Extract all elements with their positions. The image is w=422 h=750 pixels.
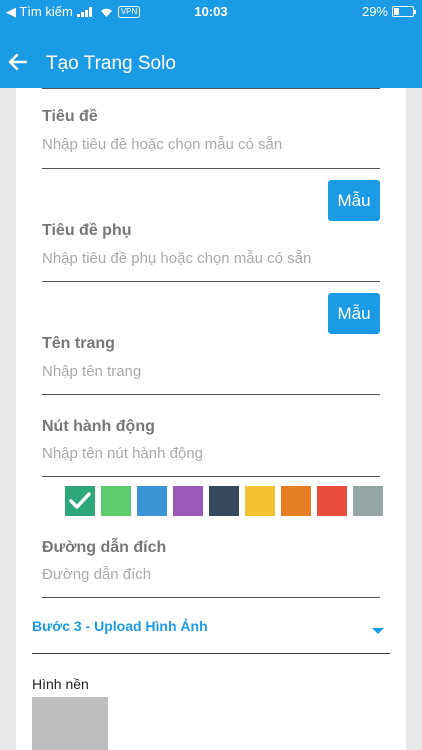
color-swatch[interactable]: [173, 486, 203, 516]
color-swatch[interactable]: [209, 486, 239, 516]
step3-divider: [32, 653, 390, 654]
color-swatch[interactable]: [65, 486, 95, 516]
title-input-underline: [42, 168, 380, 169]
destination-input-underline: [42, 597, 380, 598]
form-card: Tiêu đề Nhập tiêu đề hoặc chọn mẫu có sẵ…: [16, 88, 406, 750]
top-bar: ◀ Tìm kiếm VPN 10:03 29% Tạo Trang Solo: [0, 0, 422, 88]
page-title: Tạo Trang Solo: [46, 53, 176, 74]
page-name-input[interactable]: Nhập tên trang: [42, 363, 141, 380]
color-swatch[interactable]: [101, 486, 131, 516]
divider: [42, 88, 380, 89]
subtitle-input[interactable]: Nhập tiêu đề phụ hoặc chọn mẫu có sẵn: [42, 250, 311, 267]
battery-percent: 29%: [361, 4, 388, 19]
title-label: Tiêu đề: [42, 108, 98, 125]
page-name-label: Tên trang: [42, 335, 115, 352]
battery-icon: [392, 6, 416, 17]
title-input[interactable]: Nhập tiêu đề hoặc chọn mẫu có sẵn: [42, 136, 282, 153]
back-arrow-icon[interactable]: [6, 50, 30, 74]
app-bar: Tạo Trang Solo: [0, 40, 422, 88]
subtitle-input-underline: [42, 281, 380, 282]
subtitle-label: Tiêu đề phụ: [42, 222, 132, 239]
action-button-input[interactable]: Nhập tên nút hành động: [42, 445, 203, 462]
chevron-down-icon[interactable]: [372, 628, 384, 634]
destination-input[interactable]: Đường dẫn đích: [42, 566, 151, 583]
color-swatch[interactable]: [353, 486, 383, 516]
status-time: 10:03: [194, 4, 228, 19]
color-swatch[interactable]: [317, 486, 347, 516]
subtitle-template-button[interactable]: Mẫu: [328, 293, 380, 334]
action-button-input-underline: [42, 476, 380, 477]
status-bar: ◀ Tìm kiếm VPN 10:03 29%: [0, 0, 422, 24]
step3-header[interactable]: Bước 3 - Upload Hình Ảnh: [32, 618, 208, 634]
color-picker: [65, 486, 383, 516]
color-swatch[interactable]: [245, 486, 275, 516]
destination-label: Đường dẫn đích: [42, 539, 167, 556]
title-template-button[interactable]: Mẫu: [328, 180, 380, 221]
background-label: Hình nền: [32, 676, 89, 692]
color-swatch[interactable]: [137, 486, 167, 516]
action-button-label: Nút hành động: [42, 418, 155, 435]
page-name-input-underline: [42, 394, 380, 395]
background-image-thumbnail[interactable]: [32, 697, 108, 750]
color-swatch[interactable]: [281, 486, 311, 516]
